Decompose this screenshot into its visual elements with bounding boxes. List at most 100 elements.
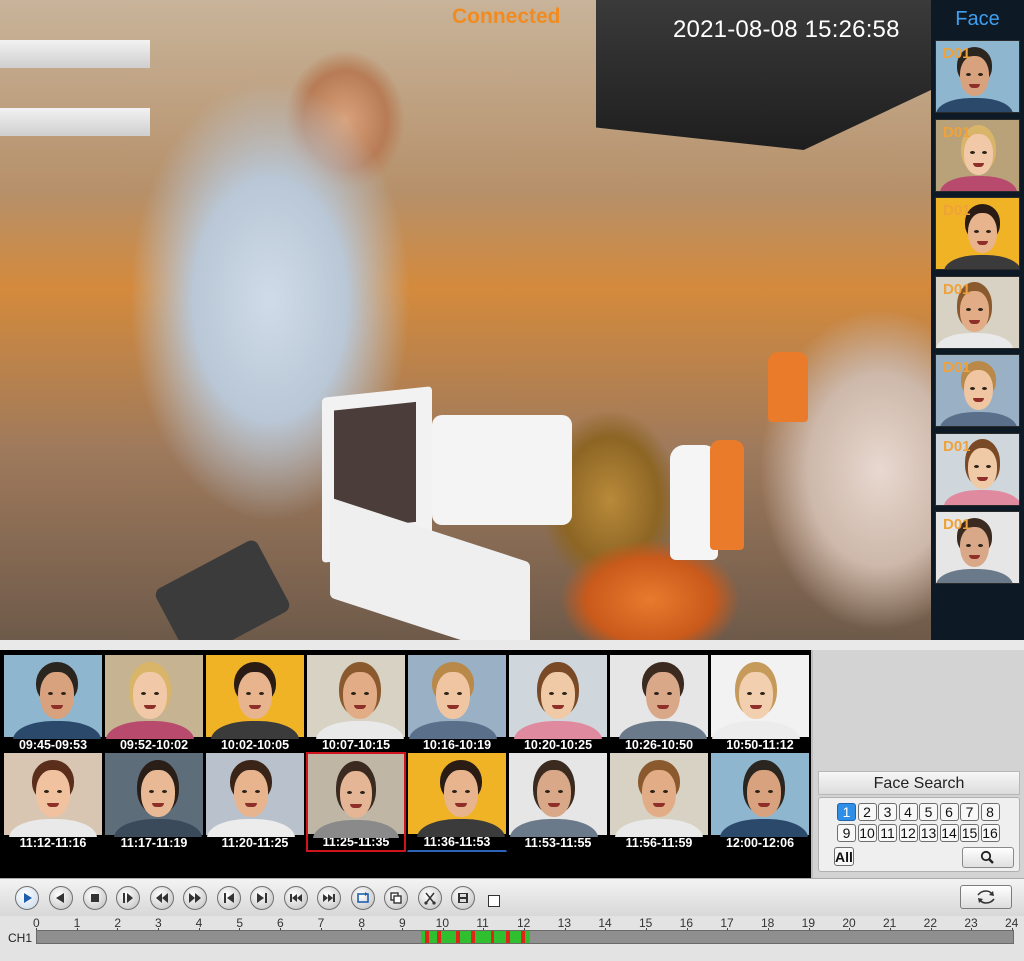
select-all-button[interactable]: All [834,847,854,866]
channel-number-button[interactable]: 16 [980,824,1000,842]
face-thumbnail[interactable]: 11:56-11:59 [609,752,709,852]
thumbnail-picture [206,655,304,739]
previous-button[interactable] [217,886,241,910]
face-image [610,655,708,739]
slow-forward-button[interactable] [317,886,341,910]
face-thumbnail[interactable]: 10:26-10:50 [609,654,709,754]
face-image [408,655,506,739]
thumbnail-time-range: 11:53-11:55 [509,835,607,851]
face-thumbnail[interactable]: 09:45-09:53 [3,654,103,754]
juice-bottle-decoration [768,352,808,422]
face-image [206,655,304,739]
thumbnail-picture [4,655,102,739]
channel-number-button[interactable]: 6 [939,803,959,821]
channel-number-button[interactable]: 8 [980,803,1000,821]
clip-button[interactable] [418,886,442,910]
stop-button[interactable] [83,886,107,910]
channel-number-button[interactable]: 5 [919,803,938,821]
channel-number-button[interactable]: 13 [919,824,938,842]
thumbnail-picture [408,753,506,837]
stop-icon [91,894,99,902]
face-capture-item[interactable]: D01 [935,432,1020,506]
channel-number-button[interactable]: 10 [857,824,877,842]
thumbnail-picture [4,753,102,837]
face-thumbnail[interactable]: 12:00-12:06 [710,752,810,852]
thumbnail-time-range: 12:00-12:06 [711,835,809,851]
save-button[interactable] [451,886,475,910]
channel-number-button[interactable]: 2 [857,803,877,821]
shelf-decoration [0,40,150,68]
channel-number-button[interactable]: 15 [960,824,979,842]
thumbnail-picture [308,754,404,838]
face-thumbnail[interactable]: 11:12-11:16 [3,752,103,852]
rewind-icon [156,893,168,903]
face-capture-item[interactable]: D01 [935,354,1020,427]
channel-number-button[interactable]: 1 [837,803,856,821]
face-thumbnail[interactable]: 11:25-11:35 [306,752,406,852]
face-channel-label: D01 [943,437,971,455]
face-thumbnail[interactable]: 10:50-11:12 [710,654,810,754]
thumbnail-picture [509,753,607,837]
step-forward-icon [123,893,133,903]
thumbnail-time-range: 09:45-09:53 [4,737,102,753]
channel-label: CH1 [8,931,33,945]
face-image [307,655,405,739]
option-checkbox[interactable] [488,895,500,907]
channel-number-button[interactable]: 7 [960,803,979,821]
channel-number-button[interactable]: 11 [878,824,897,842]
thumbnail-picture [509,655,607,739]
step-forward-button[interactable] [116,886,140,910]
face-thumbnail[interactable]: 11:20-11:25 [205,752,305,852]
copy-button[interactable] [384,886,408,910]
thumbnail-picture [408,655,506,739]
sync-button[interactable] [960,885,1012,909]
face-thumbnail[interactable]: 11:53-11:55 [508,752,608,852]
next-button[interactable] [250,886,274,910]
face-channel-label: D01 [943,516,971,533]
face-capture-item[interactable]: D01 [935,275,1020,349]
thumbnail-picture [206,753,304,837]
play-button[interactable] [15,886,39,910]
reverse-play-button[interactable] [49,886,73,910]
thumbnail-picture [307,655,405,739]
face-thumbnail[interactable]: 10:20-10:25 [508,654,608,754]
channel-number-button[interactable]: 12 [898,824,918,842]
live-video-view[interactable]: Connected 2021-08-08 15:26:58 [0,0,931,640]
face-capture-item[interactable]: D01 [935,197,1020,270]
channel-number-button[interactable]: 4 [898,803,918,821]
magnifier-icon [980,850,994,864]
channel-number-button[interactable]: 14 [939,824,959,842]
recording-timeline[interactable]: 0 1 2 3 4 5 6 7 8 9 10 11 12 13 14 15 16 17 18 19 20 21 22 23 24… [0,916,1024,961]
fast-forward-button[interactable] [183,886,207,910]
search-button[interactable] [962,847,1014,868]
face-image [105,753,203,837]
slow-backward-button[interactable] [284,886,308,910]
face-channel-label: D01 [943,123,971,141]
sync-icon [977,890,995,904]
playback-toolbar [0,878,1024,916]
face-panel-title: Face [955,8,1000,30]
face-thumbnail[interactable]: 10:16-10:19 [407,654,507,754]
thumbnail-picture [105,655,203,739]
timeline-track[interactable] [36,930,1014,944]
face-thumbnail[interactable]: 11:17-11:19 [104,752,204,852]
fast-forward-icon [189,893,201,903]
face-capture-item[interactable]: D01 [935,118,1020,192]
face-thumbnail[interactable]: 10:02-10:05 [205,654,305,754]
double-skip-back-icon [290,894,302,902]
loop-button[interactable] [351,886,375,910]
face-image [4,753,102,837]
face-thumbnail[interactable]: 10:07-10:15 [306,654,406,754]
face-thumbnail[interactable]: 11:36-11:53 [407,752,507,852]
thumbnail-picture [610,655,708,739]
face-panel: Face D01 D01 D01 D01 D01 D01 D01 [931,0,1024,640]
thumbnail-time-range: 10:02-10:05 [206,737,304,753]
rewind-button[interactable] [150,886,174,910]
face-capture-item[interactable]: D01 [935,511,1020,584]
channel-number-button[interactable]: 9 [837,824,856,842]
face-channel-label: D01 [943,359,971,376]
thumbnail-time-range: 11:20-11:25 [206,835,304,851]
channel-number-button[interactable]: 3 [878,803,897,821]
face-thumbnail[interactable]: 09:52-10:02 [104,654,204,754]
face-capture-item[interactable]: D01 [935,40,1020,113]
